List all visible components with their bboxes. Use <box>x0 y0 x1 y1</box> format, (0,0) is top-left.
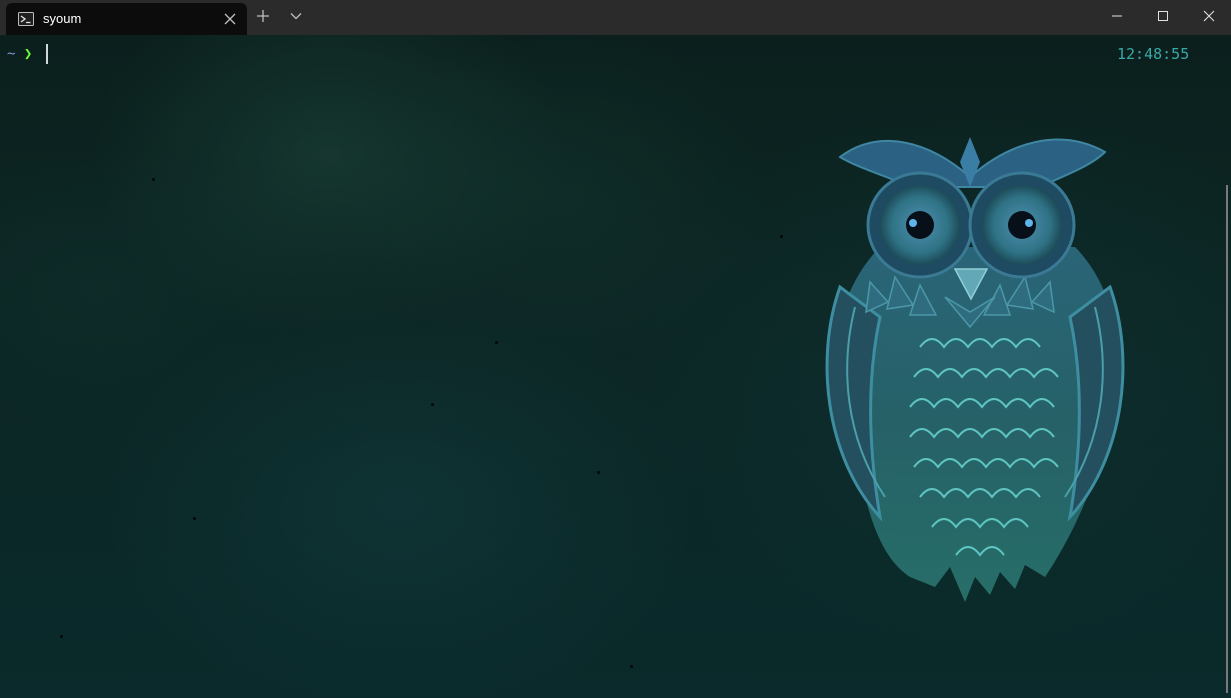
new-tab-button[interactable] <box>247 3 279 33</box>
tab-dropdown-button[interactable] <box>280 3 312 33</box>
background-speck <box>60 635 63 638</box>
terminal-pane[interactable]: ~ ❯ 12:48:55 <box>0 35 1231 698</box>
background-speck <box>431 403 434 406</box>
background-speck <box>152 178 155 181</box>
close-icon <box>1202 8 1216 27</box>
background-speck <box>630 665 633 668</box>
prompt: ~ ❯ <box>7 44 32 64</box>
minimize-icon <box>1110 8 1124 27</box>
terminal-window: syoum ~ ❯ 12:48:55 <box>0 0 1231 698</box>
tab-syoum[interactable]: syoum <box>6 3 247 35</box>
prompt-path: ~ <box>7 46 16 62</box>
background-speck <box>193 517 196 520</box>
prompt-symbol: ❯ <box>23 46 33 62</box>
owl-wallpaper-image <box>825 137 1125 602</box>
minimize-button[interactable] <box>1094 0 1140 35</box>
background-speck <box>780 235 783 238</box>
close-window-button[interactable] <box>1186 0 1231 35</box>
prompt-clock: 12:48:55 <box>1117 45 1190 63</box>
text-cursor <box>46 44 48 64</box>
background-speck <box>495 341 498 344</box>
chevron-down-icon <box>288 8 304 28</box>
scrollbar[interactable] <box>1226 185 1228 693</box>
plus-icon <box>255 8 271 28</box>
title-bar[interactable]: syoum <box>0 0 1231 35</box>
powershell-icon <box>18 11 34 27</box>
tab-title: syoum <box>43 11 82 26</box>
close-icon[interactable] <box>222 11 238 27</box>
background-speck <box>597 471 600 474</box>
maximize-button[interactable] <box>1140 0 1186 35</box>
maximize-icon <box>1156 8 1170 27</box>
